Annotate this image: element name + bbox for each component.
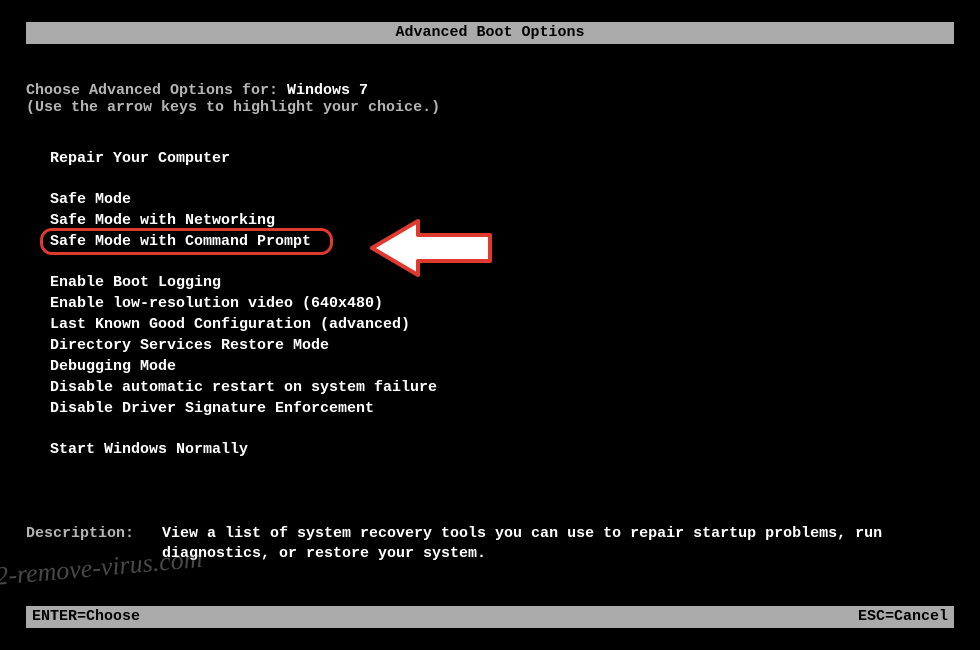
menu-item-safe-mode-with-networking[interactable]: Safe Mode with Networking <box>50 210 437 231</box>
footer-bar: ENTER=Choose ESC=Cancel <box>26 606 954 628</box>
menu-item-label: Enable Boot Logging <box>50 274 221 291</box>
footer-enter: ENTER=Choose <box>32 606 140 628</box>
page-title: Advanced Boot Options <box>395 24 584 41</box>
menu-item-enable-low-resolution-video-640x480[interactable]: Enable low-resolution video (640x480) <box>50 293 437 314</box>
menu-item-last-known-good-configuration-advanced[interactable]: Last Known Good Configuration (advanced) <box>50 314 437 335</box>
menu-item-label: Debugging Mode <box>50 358 176 375</box>
menu-item-repair-your-computer[interactable]: Repair Your Computer <box>50 148 437 169</box>
menu-item-debugging-mode[interactable]: Debugging Mode <box>50 356 437 377</box>
menu-group: Enable Boot Logging Enable low-resolution… <box>50 272 437 419</box>
menu-item-enable-boot-logging[interactable]: Enable Boot Logging <box>50 272 437 293</box>
intro-prefix: Choose Advanced Options for: <box>26 82 287 99</box>
menu-item-label: Start Windows Normally <box>50 441 248 458</box>
menu-group: Safe Mode Safe Mode with Networking Safe M… <box>50 189 437 252</box>
menu-item-label: Disable automatic restart on system fail… <box>50 379 437 396</box>
intro-block: Choose Advanced Options for: Windows 7 (… <box>26 82 440 116</box>
title-bar: Advanced Boot Options <box>26 22 954 44</box>
menu-item-label: Safe Mode with Networking <box>50 212 275 229</box>
boot-menu: Repair Your Computer Safe Mode Safe Mode w… <box>50 148 437 480</box>
description-text: View a list of system recovery tools you… <box>162 524 954 564</box>
menu-item-label: Enable low-resolution video (640x480) <box>50 295 383 312</box>
footer-esc: ESC=Cancel <box>858 606 948 628</box>
menu-item-safe-mode[interactable]: Safe Mode <box>50 189 437 210</box>
menu-item-label: Repair Your Computer <box>50 150 230 167</box>
intro-line-1: Choose Advanced Options for: Windows 7 <box>26 82 440 99</box>
menu-item-start-windows-normally[interactable]: Start Windows Normally <box>50 439 437 460</box>
intro-hint: (Use the arrow keys to highlight your ch… <box>26 99 440 116</box>
menu-item-disable-driver-signature-enforcement[interactable]: Disable Driver Signature Enforcement <box>50 398 437 419</box>
menu-item-safe-mode-with-command-prompt[interactable]: Safe Mode with Command Prompt <box>50 231 437 252</box>
description-label: Description: <box>26 524 162 564</box>
menu-group: Repair Your Computer <box>50 148 437 169</box>
menu-item-label: Safe Mode with Command Prompt <box>50 231 311 252</box>
intro-os: Windows 7 <box>287 82 368 99</box>
menu-item-label: Safe Mode <box>50 191 131 208</box>
menu-group: Start Windows Normally <box>50 439 437 460</box>
menu-item-label: Directory Services Restore Mode <box>50 337 329 354</box>
description-block: Description: View a list of system recov… <box>26 524 954 564</box>
menu-item-label: Disable Driver Signature Enforcement <box>50 400 374 417</box>
highlight-ring-icon <box>40 228 333 255</box>
menu-item-directory-services-restore-mode[interactable]: Directory Services Restore Mode <box>50 335 437 356</box>
menu-item-label: Last Known Good Configuration (advanced) <box>50 316 410 333</box>
menu-item-disable-automatic-restart-on-system-failure[interactable]: Disable automatic restart on system fail… <box>50 377 437 398</box>
